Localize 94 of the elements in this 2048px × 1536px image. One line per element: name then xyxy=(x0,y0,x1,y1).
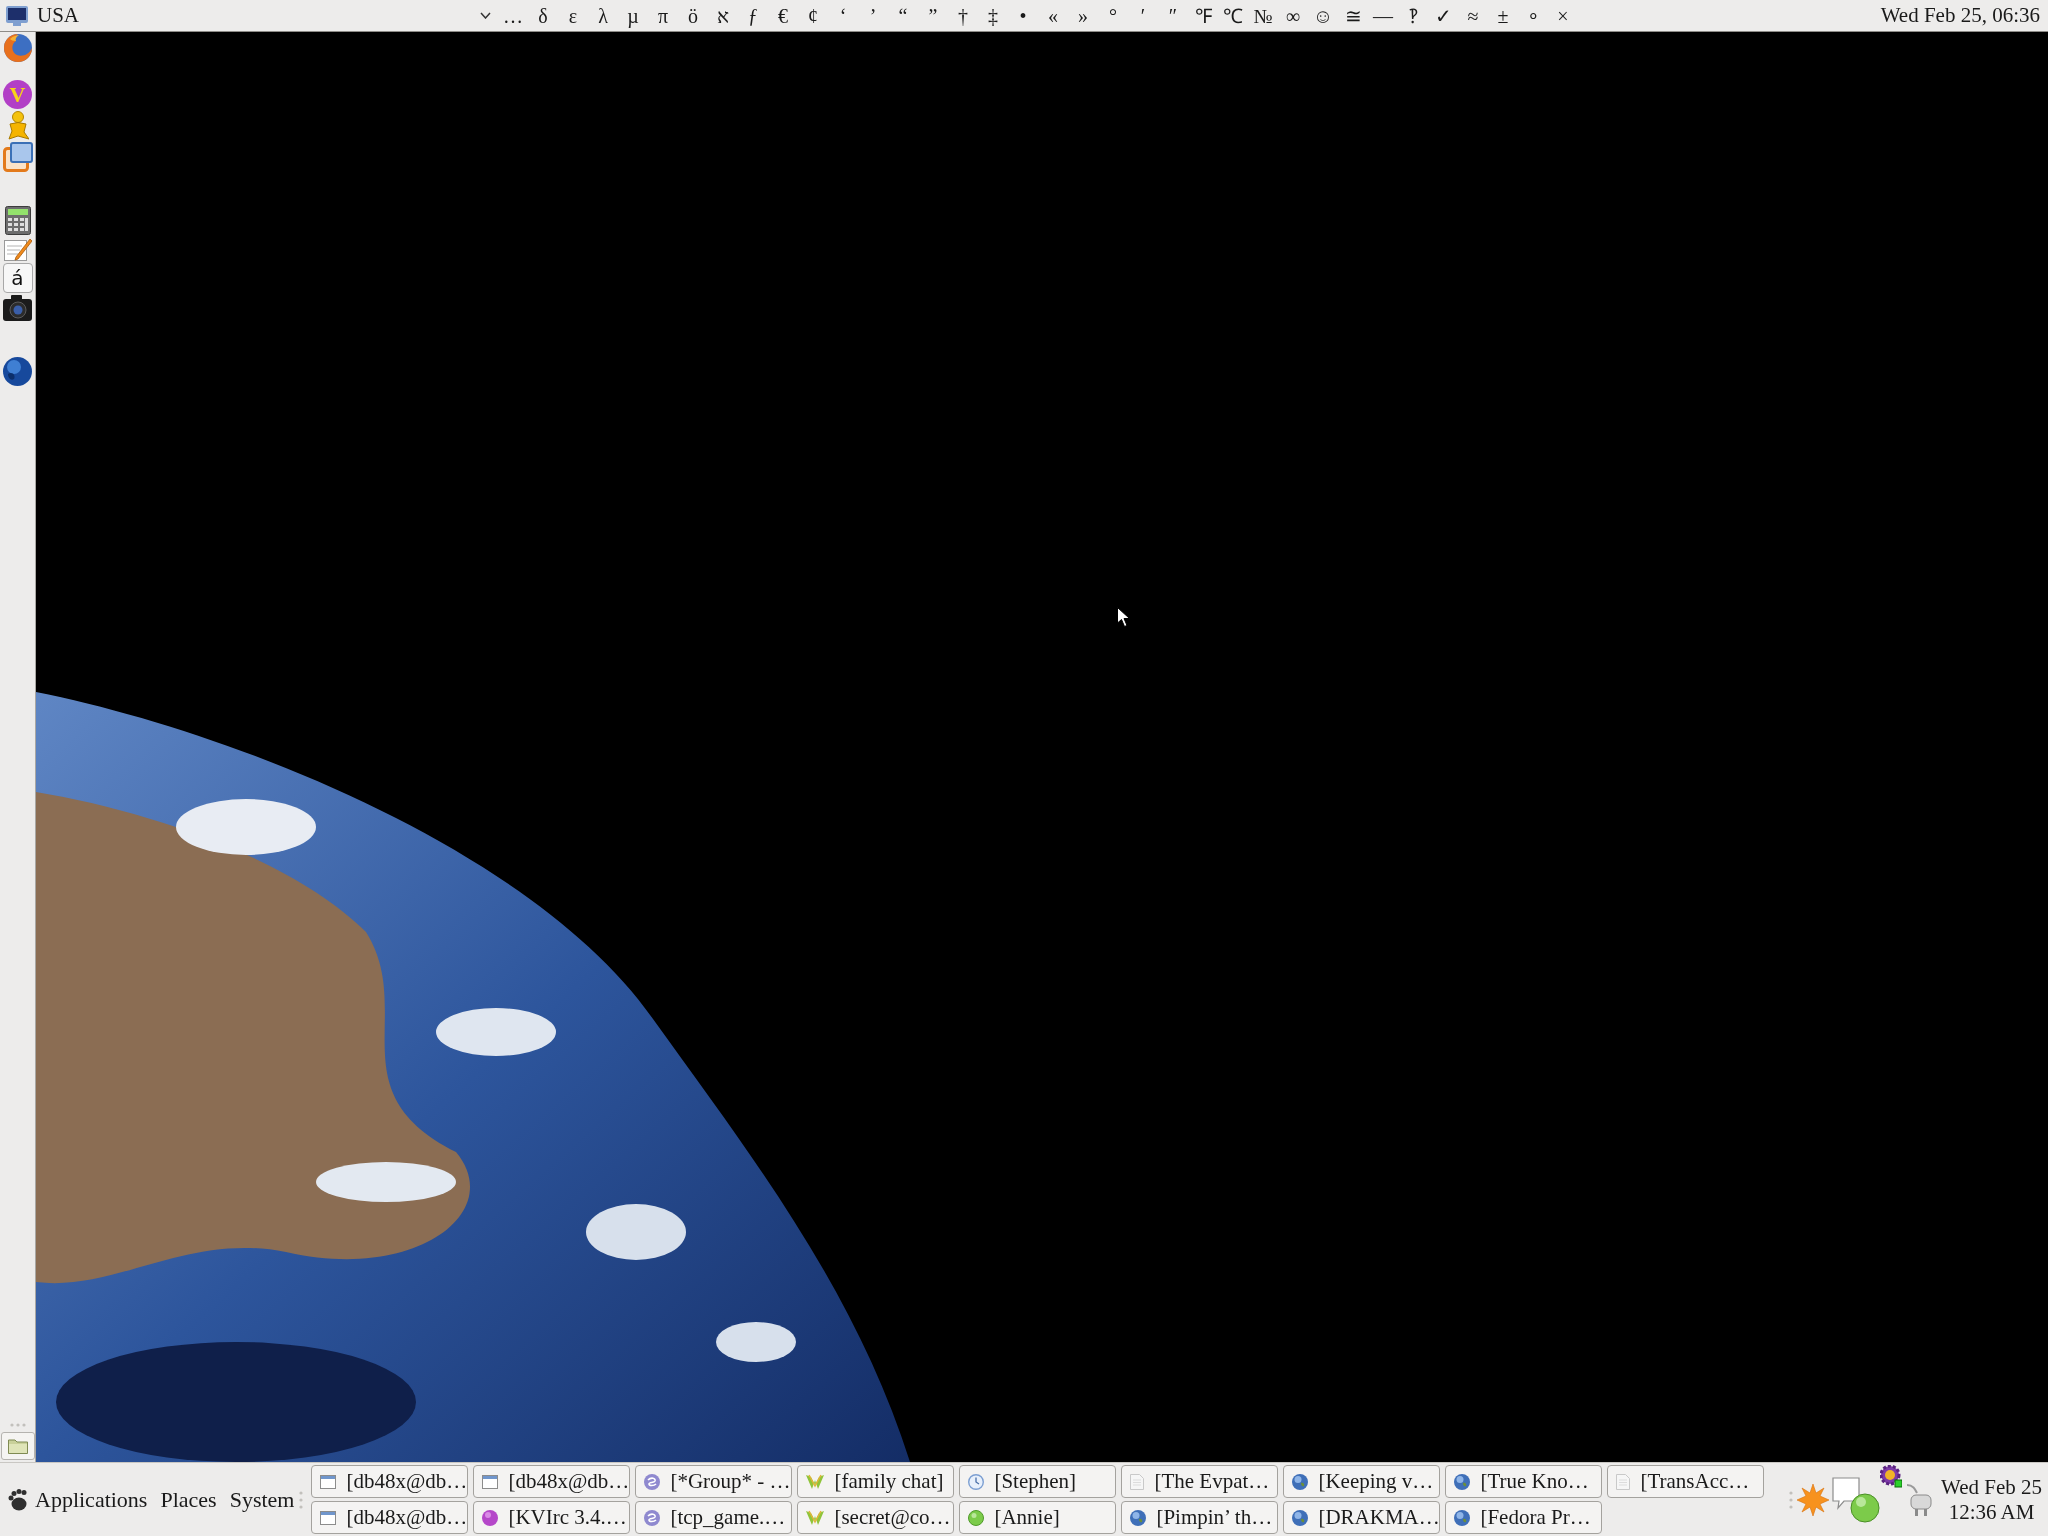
globe-icon xyxy=(1292,1509,1309,1526)
terminal-icon[interactable] xyxy=(6,5,28,26)
task-button[interactable]: [family chat] xyxy=(797,1465,955,1498)
character-button[interactable]: ≈ xyxy=(1458,0,1488,31)
character-button[interactable]: ± xyxy=(1488,0,1518,31)
task-button[interactable]: [db48x@db… xyxy=(311,1465,469,1498)
drag-handle-icon xyxy=(299,1490,304,1509)
foot-icon[interactable] xyxy=(8,1488,27,1511)
task-button[interactable]: [tcp_game.… xyxy=(635,1501,793,1534)
launcher-button[interactable]: á xyxy=(2,263,33,293)
task-button[interactable]: [db48x@db… xyxy=(311,1501,469,1534)
character-button[interactable]: ≅ xyxy=(1338,0,1368,31)
task-button[interactable]: [The Evpat… xyxy=(1121,1465,1279,1498)
status-dot-icon xyxy=(968,1509,985,1526)
task-button[interactable]: [Fedora Pr… xyxy=(1445,1501,1603,1534)
task-button[interactable]: [*Group* - … xyxy=(635,1465,793,1498)
character-button[interactable]: € xyxy=(768,0,798,31)
globe-icon xyxy=(1130,1509,1147,1526)
character-button[interactable]: — xyxy=(1368,0,1398,31)
character-button[interactable]: ö xyxy=(678,0,708,31)
fox-globe-icon[interactable] xyxy=(3,34,32,62)
task-button[interactable]: [TransAcc… xyxy=(1607,1465,1765,1498)
character-button[interactable]: № xyxy=(1248,0,1278,31)
task-button[interactable]: [Annie] xyxy=(959,1501,1117,1534)
mouse-pointer-icon xyxy=(1117,607,1130,627)
character-button[interactable]: × xyxy=(1548,0,1578,31)
overlapping-squares-icon[interactable] xyxy=(2,142,33,172)
task-button[interactable]: [Pimpin’ th… xyxy=(1121,1501,1279,1534)
gear-icon[interactable] xyxy=(1880,1465,1903,1489)
document-icon xyxy=(1130,1473,1145,1490)
clock[interactable]: Wed Feb 25, 06:36 xyxy=(1880,5,2040,26)
character-button[interactable]: ¢ xyxy=(798,0,828,31)
character-button[interactable]: ƒ xyxy=(738,0,768,31)
character-button[interactable]: δ xyxy=(528,0,558,31)
character-button[interactable]: … xyxy=(498,0,528,31)
character-button[interactable]: ″ xyxy=(1158,0,1188,31)
drag-handle-icon xyxy=(1789,1490,1794,1509)
globe-icon xyxy=(1292,1473,1309,1490)
ball-icon xyxy=(482,1509,499,1526)
globe-icon xyxy=(1454,1509,1471,1526)
task-button[interactable]: [True Kno… xyxy=(1445,1465,1603,1498)
sprout-icon xyxy=(806,1509,825,1526)
character-button[interactable]: ∞ xyxy=(1278,0,1308,31)
document-icon xyxy=(1616,1473,1631,1490)
character-button[interactable]: ° xyxy=(1098,0,1128,31)
task-button[interactable]: [secret@co… xyxy=(797,1501,955,1534)
person-icon[interactable] xyxy=(6,111,29,140)
sprout-icon xyxy=(806,1473,825,1490)
character-button[interactable]: ☺ xyxy=(1308,0,1338,31)
character-button[interactable]: ℃ xyxy=(1218,0,1248,31)
character-button[interactable]: « xyxy=(1038,0,1068,31)
swirl-icon xyxy=(644,1473,661,1490)
character-button[interactable]: † xyxy=(948,0,978,31)
character-button[interactable]: ” xyxy=(918,0,948,31)
task-button[interactable]: [Keeping v… xyxy=(1283,1465,1441,1498)
menu-item[interactable]: Places xyxy=(160,1488,217,1511)
menu-item[interactable]: Applications xyxy=(35,1488,148,1511)
character-button[interactable]: π xyxy=(648,0,678,31)
menu-item[interactable]: System xyxy=(229,1488,295,1511)
character-button[interactable]: “ xyxy=(888,0,918,31)
folder-button[interactable] xyxy=(0,1432,35,1460)
character-button[interactable]: ‽ xyxy=(1398,0,1428,31)
character-button[interactable]: λ xyxy=(588,0,618,31)
globe-icon[interactable] xyxy=(3,357,32,386)
task-button[interactable]: [db48x@db… xyxy=(473,1465,631,1498)
window-icon xyxy=(320,1474,337,1489)
character-button[interactable]: » xyxy=(1068,0,1098,31)
character-button[interactable]: א xyxy=(708,0,738,31)
clock-button[interactable]: Wed Feb 25 12:36 AM xyxy=(1941,1474,2042,1525)
character-button[interactable]: • xyxy=(1008,0,1038,31)
task-button[interactable]: [KVIrc 3.4.… xyxy=(473,1501,631,1534)
clock-icon xyxy=(968,1473,985,1490)
camera-icon[interactable] xyxy=(3,295,32,321)
character-button[interactable]: ′ xyxy=(1128,0,1158,31)
swirl-icon xyxy=(644,1509,661,1526)
task-button[interactable]: [DRAKMA… xyxy=(1283,1501,1441,1534)
character-button[interactable]: µ xyxy=(618,0,648,31)
character-button[interactable]: ℉ xyxy=(1188,0,1218,31)
drag-handle-icon xyxy=(9,1423,26,1427)
calculator-icon[interactable] xyxy=(4,206,31,235)
window-icon xyxy=(482,1474,499,1489)
character-button[interactable]: ∘ xyxy=(1518,0,1548,31)
globe-icon xyxy=(1454,1473,1471,1490)
character-button[interactable]: ‡ xyxy=(978,0,1008,31)
window-icon xyxy=(320,1510,337,1525)
character-button[interactable]: ’ xyxy=(858,0,888,31)
character-button[interactable]: ✓ xyxy=(1428,0,1458,31)
caret-icon[interactable] xyxy=(479,12,491,19)
folder-icon xyxy=(7,1438,28,1454)
character-button[interactable]: ε xyxy=(558,0,588,31)
character-button[interactable]: ‘ xyxy=(828,0,858,31)
indicator-label: USA xyxy=(37,5,79,26)
task-button[interactable]: [Stephen] xyxy=(959,1465,1117,1498)
starburst-icon[interactable] xyxy=(1797,1483,1830,1516)
